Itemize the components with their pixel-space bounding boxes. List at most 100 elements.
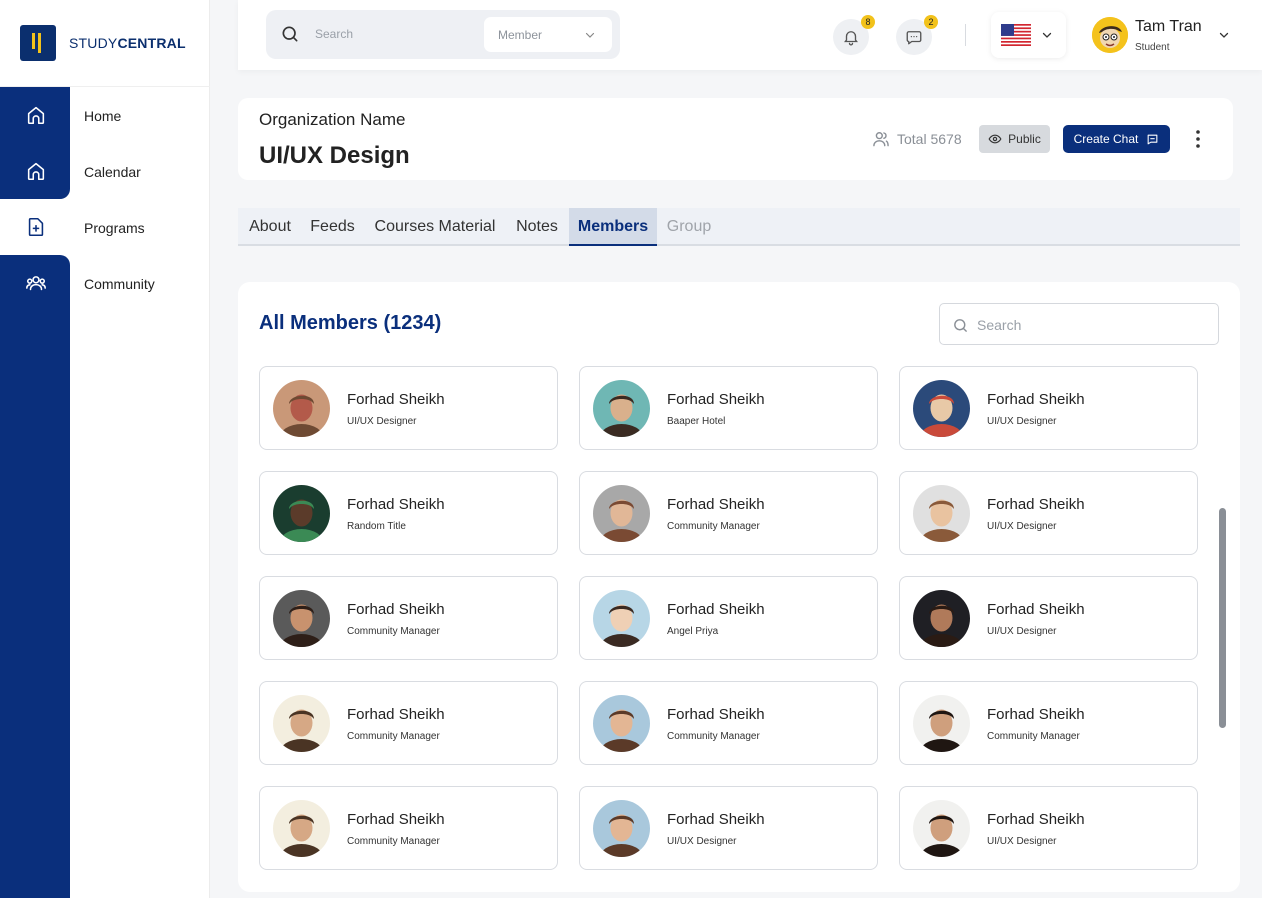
member-card[interactable]: Forhad Sheikh Community Manager — [259, 681, 558, 765]
member-avatar — [913, 800, 970, 857]
search-icon — [954, 319, 967, 332]
messages-badge: 2 — [924, 15, 938, 29]
create-chat-button[interactable]: Create Chat — [1063, 125, 1170, 153]
member-card[interactable]: Forhad Sheikh Community Manager — [579, 471, 878, 555]
member-name: Forhad Sheikh — [667, 496, 765, 513]
member-role: Community Manager — [987, 731, 1080, 742]
member-role: UI/UX Designer — [667, 836, 737, 847]
cartoon-avatar-icon — [1092, 17, 1128, 53]
member-avatar — [913, 380, 970, 437]
member-card[interactable]: Forhad Sheikh UI/UX Designer — [899, 471, 1198, 555]
member-role: Community Manager — [667, 731, 760, 742]
member-name: Forhad Sheikh — [987, 391, 1085, 408]
top-bar: Search Member 8 2 Tam Tran Student — [238, 0, 1262, 70]
chevron-down-icon — [1042, 32, 1052, 38]
member-avatar — [593, 380, 650, 437]
member-avatar — [913, 590, 970, 647]
member-name: Forhad Sheikh — [667, 811, 765, 828]
organization-tabs: About Feeds Courses Material Notes Membe… — [238, 208, 1240, 246]
brand-logo[interactable]: STUDYCENTRAL — [0, 0, 210, 87]
calendar-home-icon[interactable] — [25, 160, 47, 182]
chat-icon — [906, 31, 922, 45]
nav-community[interactable]: Community — [84, 276, 155, 292]
user-role: Student — [1135, 42, 1170, 53]
organization-header: Organization Name UI/UX Design Total 567… — [238, 98, 1233, 180]
member-card[interactable]: Forhad Sheikh Community Manager — [259, 576, 558, 660]
member-role: UI/UX Designer — [987, 626, 1057, 637]
file-plus-icon[interactable] — [25, 216, 47, 238]
organization-name: UI/UX Design — [259, 142, 410, 169]
member-total-text: Total 5678 — [897, 131, 962, 147]
member-avatar — [593, 800, 650, 857]
nav-home[interactable]: Home — [84, 108, 121, 124]
user-avatar[interactable] — [1092, 17, 1128, 53]
notifications-badge: 8 — [861, 15, 875, 29]
member-name: Forhad Sheikh — [347, 391, 445, 408]
members-search-input[interactable]: Search — [977, 317, 1021, 333]
member-role: Random Title — [347, 521, 406, 532]
users-icon[interactable] — [25, 272, 47, 294]
more-options-icon[interactable] — [1193, 129, 1203, 149]
member-avatar — [273, 380, 330, 437]
member-card[interactable]: Forhad Sheikh UI/UX Designer — [899, 366, 1198, 450]
notifications-button[interactable]: 8 — [833, 15, 875, 55]
users-icon — [873, 132, 889, 147]
member-card[interactable]: Forhad Sheikh UI/UX Designer — [579, 786, 878, 870]
member-card[interactable]: Forhad Sheikh Community Manager — [899, 681, 1198, 765]
visibility-button[interactable]: Public — [979, 125, 1050, 153]
member-role: Community Manager — [667, 521, 760, 532]
member-name: Forhad Sheikh — [347, 811, 445, 828]
member-card[interactable]: Forhad Sheikh UI/UX Designer — [259, 366, 558, 450]
member-role: Angel Priya — [667, 626, 719, 637]
member-total: Total 5678 — [871, 129, 962, 149]
member-card[interactable]: Forhad Sheikh Community Manager — [259, 786, 558, 870]
message-square-icon — [1147, 134, 1158, 144]
member-card[interactable]: Forhad Sheikh Random Title — [259, 471, 558, 555]
members-search[interactable]: Search — [939, 303, 1219, 345]
member-role: UI/UX Designer — [987, 416, 1057, 427]
member-card[interactable]: Forhad Sheikh Community Manager — [579, 681, 878, 765]
tab-members[interactable]: Members — [569, 208, 657, 246]
member-name: Forhad Sheikh — [667, 601, 765, 618]
member-card[interactable]: Forhad Sheikh UI/UX Designer — [899, 786, 1198, 870]
home-icon[interactable] — [25, 104, 47, 126]
member-role: Community Manager — [347, 836, 440, 847]
member-role: UI/UX Designer — [347, 416, 417, 427]
member-card[interactable]: Forhad Sheikh Baaper Hotel — [579, 366, 878, 450]
member-name: Forhad Sheikh — [347, 601, 445, 618]
tab-notes[interactable]: Notes — [507, 208, 567, 246]
tab-courses-material[interactable]: Courses Material — [363, 208, 507, 246]
member-role: Community Manager — [347, 731, 440, 742]
member-card[interactable]: Forhad Sheikh UI/UX Designer — [899, 576, 1198, 660]
nav-programs[interactable]: Programs — [84, 220, 145, 236]
nav-calendar[interactable]: Calendar — [84, 164, 141, 180]
tab-about[interactable]: About — [238, 208, 302, 246]
member-name: Forhad Sheikh — [347, 706, 445, 723]
tab-feeds[interactable]: Feeds — [302, 208, 363, 246]
us-flag-icon — [1001, 24, 1031, 46]
member-card[interactable]: Forhad Sheikh Angel Priya — [579, 576, 878, 660]
member-filter-select[interactable]: Member — [484, 17, 612, 52]
nav-rail — [0, 87, 70, 898]
bell-icon — [844, 31, 858, 46]
member-name: Forhad Sheikh — [987, 706, 1085, 723]
create-chat-label: Create Chat — [1073, 132, 1139, 146]
visibility-label: Public — [1008, 132, 1041, 146]
global-search[interactable]: Search Member — [266, 10, 620, 59]
search-icon — [282, 26, 298, 42]
language-select[interactable] — [991, 12, 1066, 58]
messages-button[interactable]: 2 — [896, 15, 938, 55]
member-avatar — [273, 800, 330, 857]
member-role: Baaper Hotel — [667, 416, 726, 427]
members-panel: All Members (1234) Search Forhad Sheikh U… — [238, 282, 1240, 892]
tab-group[interactable]: Group — [657, 208, 721, 246]
chevron-down-icon — [585, 32, 595, 38]
member-avatar — [273, 485, 330, 542]
member-avatar — [273, 590, 330, 647]
chevron-down-icon[interactable] — [1218, 29, 1230, 41]
global-search-input[interactable]: Search — [315, 27, 353, 41]
organization-label: Organization Name — [259, 110, 406, 129]
user-name[interactable]: Tam Tran — [1135, 18, 1202, 36]
member-filter-value: Member — [498, 28, 543, 42]
scrollbar-thumb[interactable] — [1219, 508, 1226, 728]
